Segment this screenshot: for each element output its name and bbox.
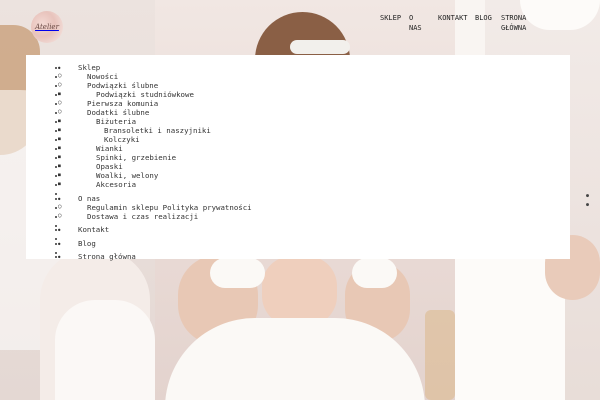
menu-item-strona-glowna: Strona główna — [58, 252, 252, 261]
menu-item-bizuteria: Biżuteria — [58, 117, 252, 126]
menu-link-o-nas[interactable]: O nas — [78, 194, 100, 203]
photo-door — [425, 310, 455, 400]
menu-link-podwiazki-studniowkowe[interactable]: Podwiązki studniówkowe — [96, 90, 194, 99]
dropdown-menu-overlay: Sklep Nowości Podwiązki ślubne Podwiązki… — [26, 55, 570, 261]
menu-item-nowosci: Nowości — [58, 71, 252, 81]
menu-link-dodatki-slubne[interactable]: Dodatki ślubne — [87, 108, 149, 117]
menu-link-akcesoria[interactable]: Akcesoria — [96, 180, 136, 189]
menu-item-opaski: Opaski — [58, 162, 252, 171]
menu-link-blog[interactable]: Blog — [78, 239, 96, 248]
photo-sleeve-left — [210, 258, 265, 288]
menu-link-kontakt[interactable]: Kontakt — [78, 225, 109, 234]
menu-link-nowosci[interactable]: Nowości — [87, 72, 118, 81]
logo-text: Atelier — [35, 23, 59, 31]
nav-link-o-nas[interactable]: O NAS — [409, 13, 422, 33]
slider-dots: ● ● — [586, 192, 589, 210]
menu-item-regulamin: Regulamin sklepu Polityka prywatności — [58, 202, 252, 212]
menu-link-strona-glowna[interactable]: Strona główna — [78, 252, 136, 261]
menu-item-dodatki-slubne: Dodatki ślubne — [58, 107, 252, 117]
menu-link-bizuteria[interactable]: Biżuteria — [96, 117, 136, 126]
menu-link-dostawa[interactable]: Dostawa i czas realizacji — [87, 212, 198, 221]
menu-link-pierwsza-komunia[interactable]: Pierwsza komunia — [87, 99, 158, 108]
nav-link-strona-glowna[interactable]: STRONA GŁÓWNA — [501, 13, 531, 33]
menu-link-woalki[interactable]: Woalki, welony — [96, 171, 158, 180]
menu-item-bransoletki: Bransoletki i naszyjniki — [58, 126, 252, 135]
menu-link-podwiazki-slubne[interactable]: Podwiązki ślubne — [87, 81, 158, 90]
nav-link-blog[interactable]: BLOG — [475, 13, 492, 23]
menu-item-kolczyki: Kolczyki — [58, 135, 252, 144]
menu-item-spinki: Spinki, grzebienie — [58, 153, 252, 162]
menu-item-sklep: Sklep — [58, 63, 252, 72]
photo-dress-left — [55, 300, 155, 400]
slider-dot-2[interactable]: ● — [586, 201, 589, 210]
menu-link-opaski[interactable]: Opaski — [96, 162, 123, 171]
menu-item-pierwsza-komunia: Pierwsza komunia — [58, 98, 252, 108]
slider-dot-1[interactable]: ● — [586, 192, 589, 201]
menu-item-woalki: Woalki, welony — [58, 171, 252, 180]
menu-link-wianki[interactable]: Wianki — [96, 144, 123, 153]
photo-sleeve-right — [352, 258, 397, 288]
menu-item-podwiazki-studniowkowe: Podwiązki studniówkowe — [58, 90, 252, 99]
menu-link-kolczyki[interactable]: Kolczyki — [104, 135, 140, 144]
menu-item-akcesoria: Akcesoria — [58, 180, 252, 189]
menu-item-blog: Blog — [58, 239, 252, 248]
photo-pillar — [455, 0, 485, 60]
photo-hands — [262, 256, 337, 326]
menu-link-spinki[interactable]: Spinki, grzebienie — [96, 153, 176, 162]
menu-link-bransoletki[interactable]: Bransoletki i naszyjniki — [104, 126, 211, 135]
menu-item-kontakt: Kontakt — [58, 225, 252, 234]
menu-link-sklep[interactable]: Sklep — [78, 63, 100, 72]
menu-item-dostawa: Dostawa i czas realizacji — [58, 211, 252, 221]
logo[interactable]: Atelier — [31, 11, 63, 43]
menu-item-o-nas: O nas — [58, 194, 252, 203]
menu-item-wianki: Wianki — [58, 144, 252, 153]
photo-tiara — [290, 40, 350, 54]
menu-link-regulamin[interactable]: Regulamin sklepu Polityka prywatności — [87, 203, 252, 212]
menu-item-podwiazki-slubne: Podwiązki ślubne — [58, 80, 252, 90]
nav-link-kontakt[interactable]: KONTAKT — [438, 13, 468, 23]
nav-link-sklep[interactable]: SKLEP — [380, 13, 401, 23]
dropdown-menu: Sklep Nowości Podwiązki ślubne Podwiązki… — [26, 62, 252, 261]
